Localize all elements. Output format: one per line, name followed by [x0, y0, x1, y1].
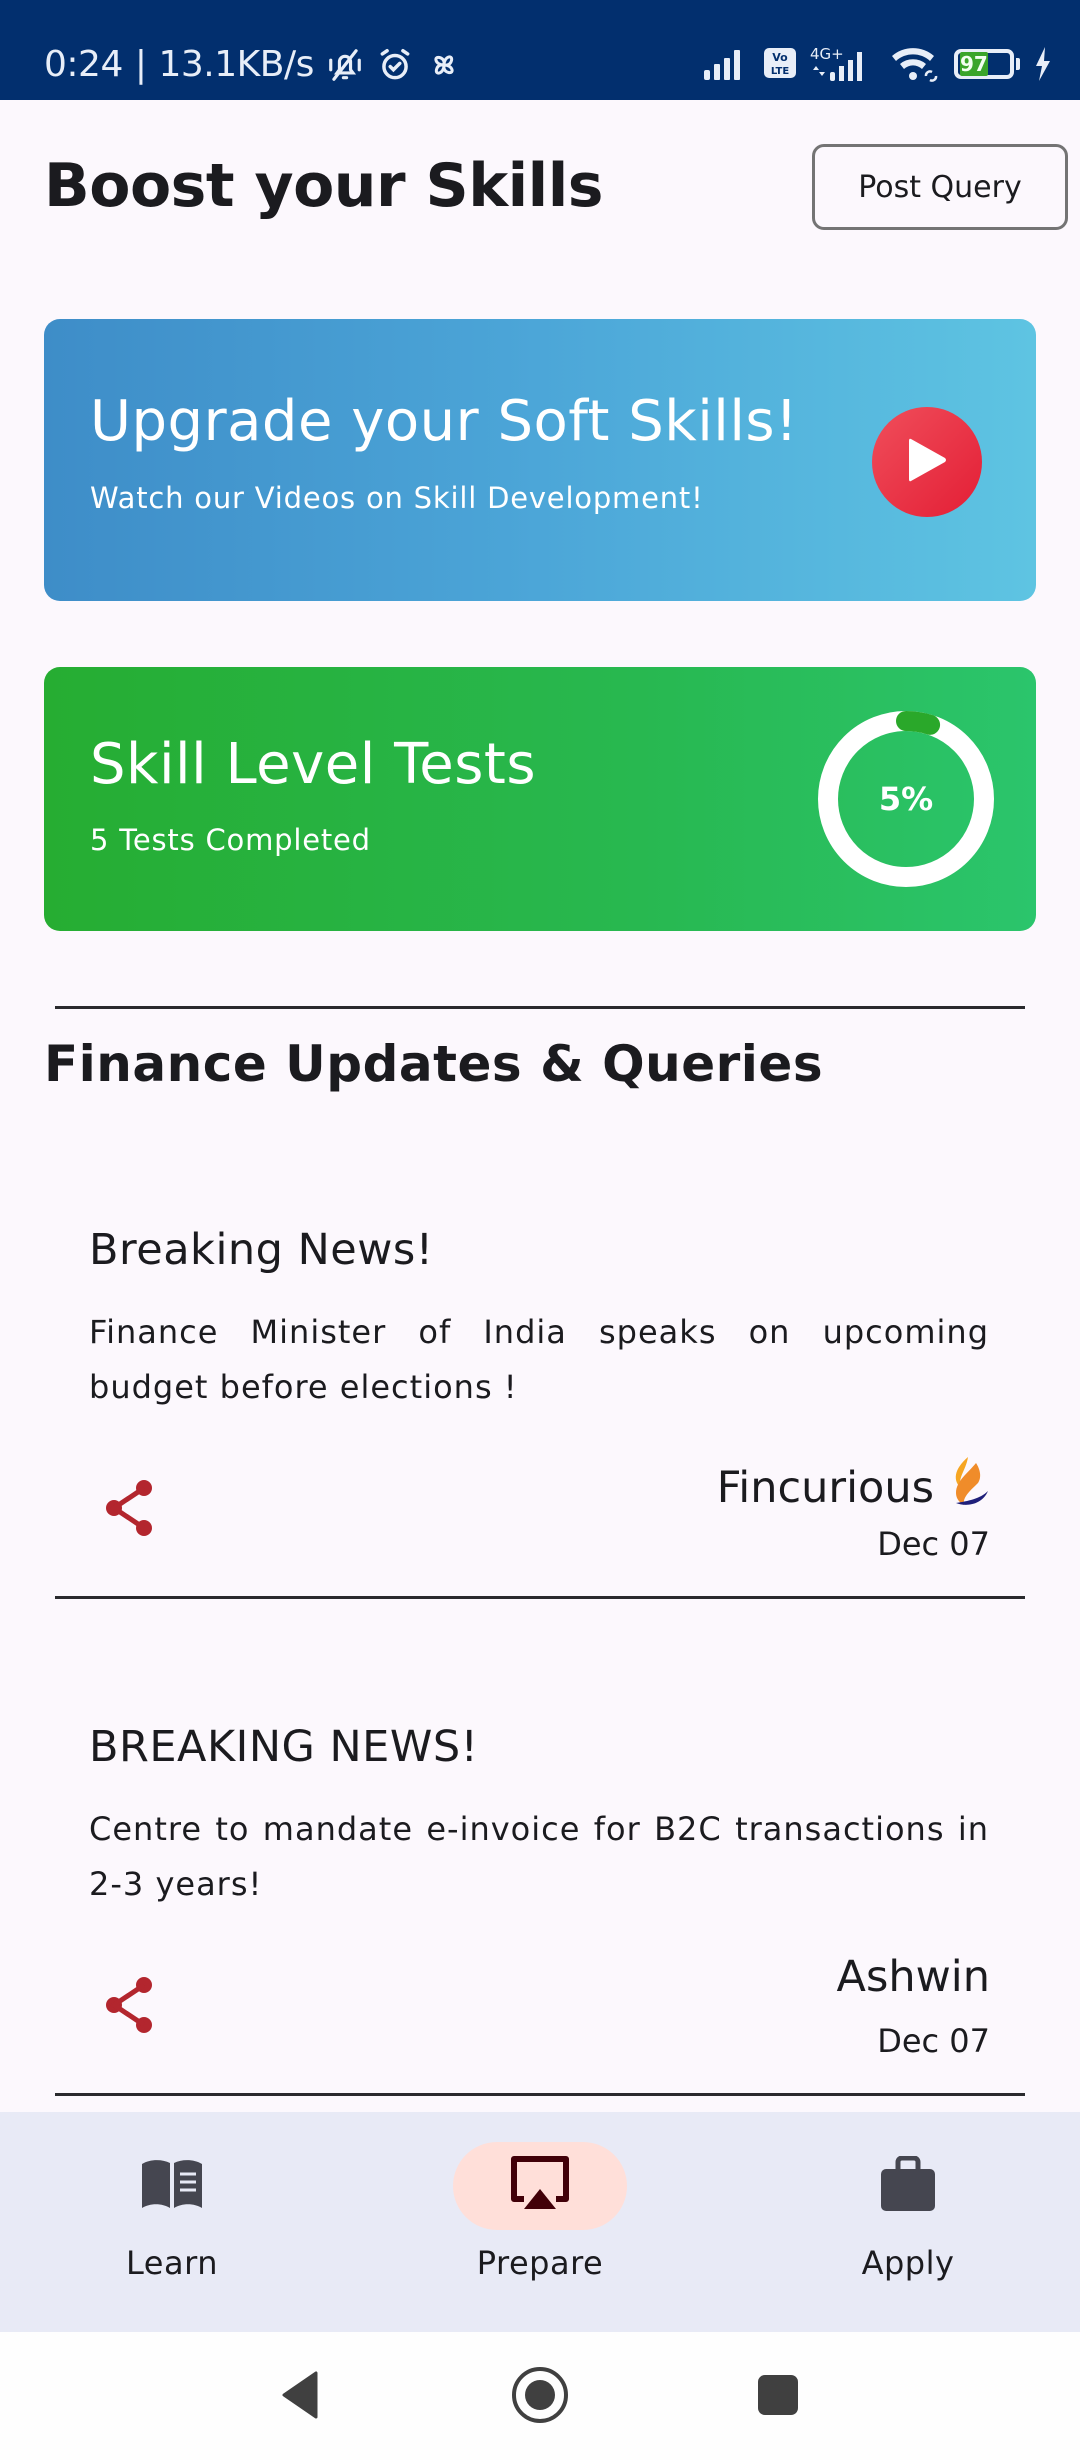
book-icon	[140, 2158, 204, 2215]
nav-item-apply[interactable]: Apply	[788, 2142, 1028, 2302]
section-divider	[55, 1006, 1025, 1009]
signal-icon	[704, 48, 750, 80]
share-icon	[102, 1975, 156, 2040]
post-query-button[interactable]: Post Query	[812, 144, 1068, 230]
skill-tests-card[interactable]: Skill Level Tests 5 Tests Completed 5%	[44, 667, 1036, 931]
network-speed: 13.1KB/s	[158, 44, 314, 85]
nav-item-learn[interactable]: Learn	[52, 2142, 292, 2302]
active-indicator	[453, 2142, 627, 2230]
bottom-nav: Learn Prepare Apply	[0, 2112, 1080, 2332]
status-time: 0:24	[44, 44, 123, 85]
news-divider	[55, 1596, 1025, 1599]
share-icon	[102, 1478, 156, 1543]
author-name: Fincurious	[716, 1462, 934, 1513]
section-title: Finance Updates & Queries	[44, 1035, 824, 1093]
recents-icon	[757, 2374, 799, 2421]
wifi-icon	[890, 46, 940, 82]
news-body: Finance Minister of India speaks on upco…	[89, 1313, 989, 1406]
soft-skills-subtitle: Watch our Videos on Skill Development!	[90, 481, 704, 515]
svg-text:Vo: Vo	[772, 51, 788, 64]
volte-icon: Vo LTE	[764, 48, 796, 80]
skill-tests-subtitle: 5 Tests Completed	[90, 823, 371, 857]
battery-icon: 97	[954, 49, 1020, 79]
4g-plus-signal-icon: 4G+	[810, 46, 876, 82]
fincurious-logo-icon	[942, 1455, 990, 1520]
soft-skills-card[interactable]: Upgrade your Soft Skills! Watch our Vide…	[44, 319, 1036, 601]
page-title: Boost your Skills	[44, 151, 604, 221]
home-button[interactable]	[500, 2362, 580, 2432]
status-bar: 0:24 | 13.1KB/s Vo LTE 4G+ 97	[0, 0, 1080, 100]
nav-label: Learn	[126, 2244, 218, 2282]
pinwheel-icon	[426, 47, 462, 83]
airplay-icon	[508, 2155, 572, 2218]
recents-button[interactable]	[738, 2362, 818, 2432]
home-icon	[510, 2365, 570, 2430]
news-date: Dec 07	[877, 1525, 990, 1563]
news-divider	[55, 2093, 1025, 2096]
skill-tests-title: Skill Level Tests	[90, 732, 537, 797]
soft-skills-title: Upgrade your Soft Skills!	[90, 389, 799, 454]
nav-label: Apply	[861, 2244, 955, 2282]
share-button[interactable]	[99, 1475, 159, 1545]
author-name: Ashwin	[836, 1952, 990, 2002]
back-button[interactable]	[260, 2362, 340, 2432]
briefcase-icon	[879, 2155, 937, 2217]
back-icon	[280, 2371, 320, 2424]
vibrate-silent-icon	[326, 46, 364, 84]
news-body: Centre to mandate e-invoice for B2C tran…	[89, 1810, 989, 1903]
share-button[interactable]	[99, 1972, 159, 2042]
svg-text:4G+: 4G+	[810, 46, 844, 63]
news-item[interactable]: BREAKING NEWS! Centre to mandate e-invoi…	[55, 1722, 1025, 2097]
news-author: Ashwin	[837, 1952, 990, 2002]
nav-label: Prepare	[476, 2244, 604, 2282]
system-navigation-bar	[0, 2332, 1080, 2460]
svg-text:LTE: LTE	[771, 66, 790, 77]
charging-icon	[1034, 47, 1052, 81]
header: Boost your Skills Post Query	[44, 144, 1068, 240]
play-icon	[905, 435, 949, 490]
news-item[interactable]: Breaking News! Finance Minister of India…	[55, 1225, 1025, 1600]
progress-percent: 5%	[878, 780, 934, 818]
news-date: Dec 07	[877, 2022, 990, 2060]
news-title: Breaking News!	[89, 1225, 434, 1275]
battery-level: 97	[960, 52, 988, 76]
play-video-button[interactable]	[872, 407, 982, 517]
status-separator: |	[134, 44, 147, 85]
news-title: BREAKING NEWS!	[89, 1722, 479, 1772]
nav-item-prepare[interactable]: Prepare	[420, 2142, 660, 2302]
alarm-icon	[376, 46, 414, 84]
news-author: Fincurious	[717, 1455, 990, 1520]
